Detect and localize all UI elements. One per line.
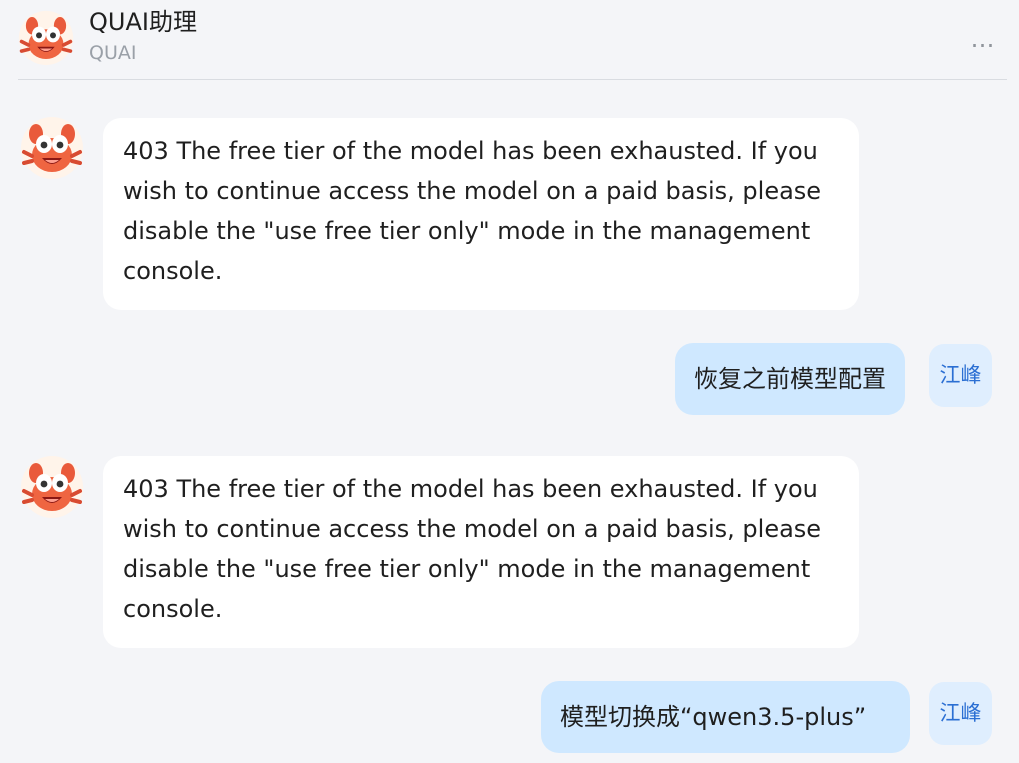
header-divider (18, 79, 1007, 80)
user-message-bubble: 模型切换成“qwen3.5-plus” (541, 681, 910, 753)
more-icon: … (970, 25, 996, 53)
chat-header: QUAI助理 QUAI … (0, 0, 1019, 80)
assistant-message-bubble: 403 The free tier of the model has been … (103, 456, 859, 648)
crab-mascot-icon (20, 455, 84, 519)
user-name-badge: 江峰 (929, 682, 992, 745)
more-options-button[interactable]: … (964, 22, 1002, 56)
crab-mascot-icon (18, 10, 74, 66)
user-name-badge: 江峰 (929, 344, 992, 407)
chat-title: QUAI助理 (89, 8, 197, 36)
chat-subtitle: QUAI (89, 42, 137, 64)
user-message-bubble: 恢复之前模型配置 (675, 343, 905, 415)
assistant-message-bubble: 403 The free tier of the model has been … (103, 118, 859, 310)
crab-mascot-icon (20, 116, 84, 180)
